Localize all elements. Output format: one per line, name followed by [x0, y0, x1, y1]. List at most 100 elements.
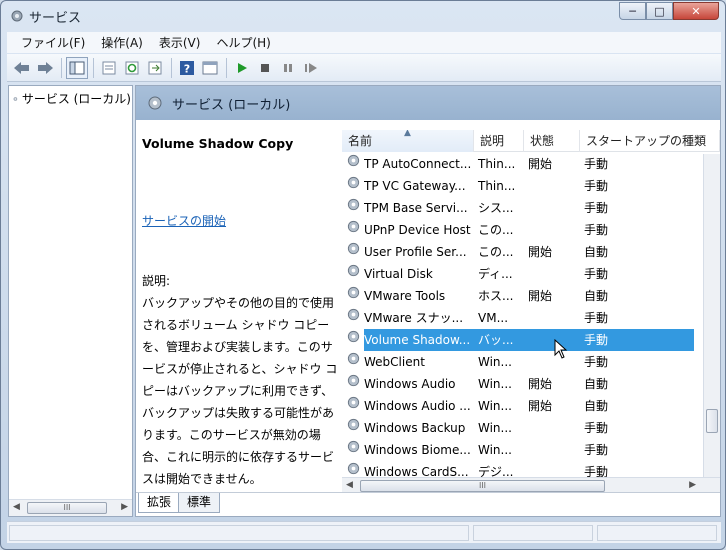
service-row[interactable]: TP AutoConnect... Thin... 開始 手動 [342, 153, 720, 175]
service-description: Win... [478, 421, 512, 435]
service-row[interactable]: Windows Audio Win... 開始 自動 [342, 373, 720, 395]
service-name: VMware スナッ... [364, 311, 464, 325]
list-vertical-scrollbar[interactable] [703, 154, 720, 494]
list-header: ▲ 名前 説明 状態 スタートアップの種類 [342, 130, 720, 152]
service-startup-type: 手動 [584, 311, 609, 325]
service-name-cell: Windows Audio [342, 373, 474, 395]
caption-buttons: ─ □ ✕ [619, 2, 719, 20]
stop-service-icon[interactable] [254, 57, 276, 79]
service-name: Windows Biome... [364, 443, 471, 457]
service-row[interactable]: Virtual Disk ディ... 手動 [342, 263, 720, 285]
column-header-status[interactable]: 状態 [524, 130, 580, 152]
help-icon[interactable]: ? [176, 57, 198, 79]
tab-standard[interactable]: 標準 [178, 493, 221, 513]
service-row[interactable]: Windows Biome... Win... 手動 [342, 439, 720, 461]
tree-horizontal-scrollbar[interactable]: ◀ III ▶ [9, 499, 132, 516]
service-row[interactable]: VMware スナッ... VM... 手動 [342, 307, 720, 329]
service-row[interactable]: Volume Shadow... バッ... 手動 [342, 329, 720, 351]
service-title: Volume Shadow Copy [142, 136, 294, 151]
scroll-left-icon[interactable]: ◀ [13, 502, 20, 512]
properties-icon[interactable] [144, 57, 166, 79]
scroll-thumb[interactable] [706, 409, 718, 433]
tab-extended[interactable]: 拡張 [138, 493, 181, 513]
console-tree: サービス (ローカル) ◀ III ▶ [8, 85, 133, 517]
service-description: この... [478, 223, 514, 237]
refresh-icon[interactable] [121, 57, 143, 79]
restart-service-icon[interactable] [300, 57, 322, 79]
service-row[interactable]: TPM Base Servi... シス... 手動 [342, 197, 720, 219]
scroll-thumb[interactable]: III [360, 480, 605, 492]
service-startup-type: 手動 [584, 179, 609, 193]
tree-item-services-local[interactable]: サービス (ローカル) [13, 90, 131, 107]
service-description: ディ... [478, 267, 513, 281]
service-row[interactable]: TP VC Gateway... Thin... 手動 [342, 175, 720, 197]
back-icon[interactable] [11, 57, 33, 79]
service-status: 開始 [528, 377, 553, 391]
service-name: User Profile Ser... [364, 245, 467, 259]
service-row[interactable]: WebClient Win... 手動 [342, 351, 720, 373]
minimize-button[interactable]: ─ [619, 2, 646, 20]
service-row[interactable]: UPnP Device Host この... 手動 [342, 219, 720, 241]
service-description: シス... [478, 201, 514, 215]
forward-icon[interactable] [34, 57, 56, 79]
service-gear-icon [346, 175, 361, 197]
service-name: Volume Shadow... [364, 329, 474, 351]
menu-view[interactable]: 表示(V) [151, 34, 209, 51]
service-status [524, 417, 580, 439]
service-description: Win... [478, 399, 512, 413]
service-startup-type: 手動 [584, 223, 609, 237]
scroll-left-icon[interactable]: ◀ [346, 480, 353, 490]
menu-action[interactable]: 操作(A) [93, 34, 151, 51]
menu-help[interactable]: ヘルプ(H) [208, 34, 278, 51]
scroll-right-icon[interactable]: ▶ [121, 502, 128, 512]
service-gear-icon [346, 219, 361, 241]
sort-ascending-icon: ▲ [404, 130, 411, 138]
service-row[interactable]: User Profile Ser... この... 開始 自動 [342, 241, 720, 263]
tree-item-label: サービス (ローカル) [21, 92, 131, 106]
console-icon[interactable] [199, 57, 221, 79]
service-description: ホス... [478, 289, 514, 303]
column-header-name[interactable]: ▲ 名前 [342, 130, 474, 152]
service-name-cell: TP AutoConnect... [342, 153, 474, 175]
toolbar-separator [93, 57, 94, 78]
service-gear-icon [346, 153, 361, 175]
service-description: Thin... [478, 179, 516, 193]
scroll-right-icon[interactable]: ▶ [689, 480, 696, 490]
main-pane: サービス (ローカル) Volume Shadow Copy サービスの開始 説… [135, 85, 721, 517]
service-gear-icon [346, 197, 361, 219]
service-name: TP VC Gateway... [364, 179, 466, 193]
service-status: 開始 [528, 245, 553, 259]
service-status [524, 351, 580, 373]
service-gear-icon [346, 329, 361, 351]
service-name-cell: UPnP Device Host [342, 219, 474, 241]
menu-file[interactable]: ファイル(F) [13, 34, 93, 51]
close-button[interactable]: ✕ [673, 2, 719, 20]
service-row[interactable]: VMware Tools ホス... 開始 自動 [342, 285, 720, 307]
service-name-cell: VMware スナッ... [342, 307, 474, 329]
service-row[interactable]: Windows Audio ... Win... 開始 自動 [342, 395, 720, 417]
scroll-thumb[interactable]: III [27, 502, 107, 514]
service-name-cell: TP VC Gateway... [342, 175, 474, 197]
show-tree-icon[interactable] [66, 56, 88, 79]
service-name: UPnP Device Host [364, 223, 471, 237]
maximize-button[interactable]: □ [646, 2, 673, 20]
service-row[interactable]: Windows Backup Win... 手動 [342, 417, 720, 439]
services-gear-icon [11, 10, 23, 22]
service-status: 開始 [528, 289, 553, 303]
service-name-cell: Volume Shadow... [342, 329, 474, 351]
service-name-cell: VMware Tools [342, 285, 474, 307]
service-gear-icon [346, 373, 361, 395]
service-status [524, 219, 580, 241]
column-header-description[interactable]: 説明 [474, 130, 524, 152]
column-header-startup-type[interactable]: スタートアップの種類 [580, 130, 720, 152]
service-startup-type: 手動 [584, 267, 609, 281]
start-service-link[interactable]: サービスの開始 [142, 212, 226, 229]
pane-header-title: サービス (ローカル) [172, 97, 291, 113]
service-description: Win... [478, 443, 512, 457]
service-startup-type: 自動 [584, 399, 609, 413]
pause-service-icon[interactable] [277, 57, 299, 79]
service-startup-type: 手動 [580, 329, 690, 351]
start-service-icon[interactable] [231, 57, 253, 79]
export-list-icon[interactable] [98, 57, 120, 79]
title-bar[interactable]: サービス ─ □ ✕ [1, 1, 725, 31]
